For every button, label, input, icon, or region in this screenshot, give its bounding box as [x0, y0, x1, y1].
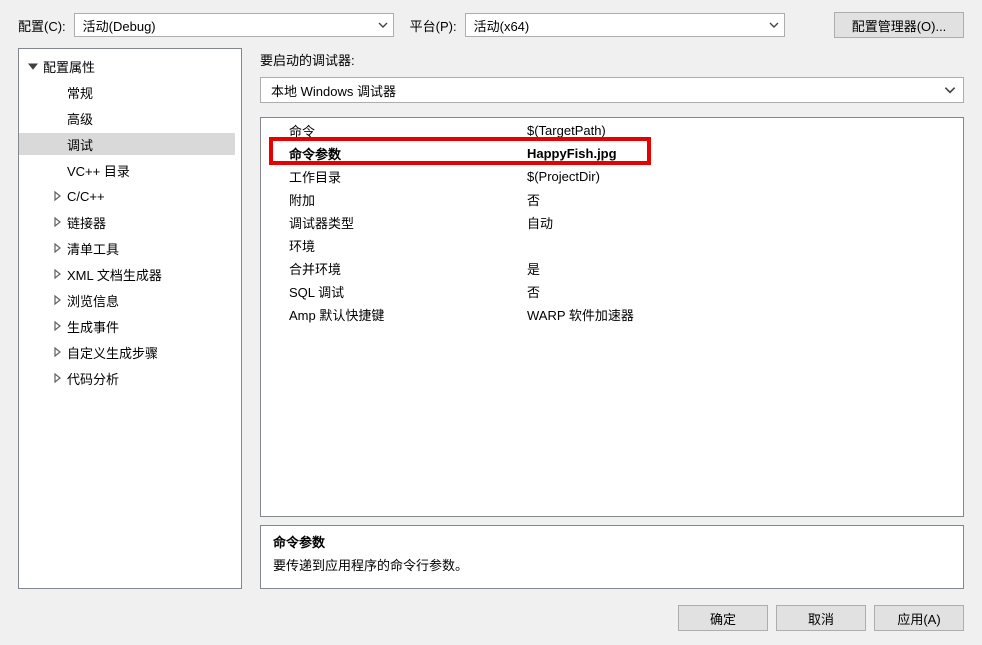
- prop-row-merge-env[interactable]: 合并环境 是: [261, 256, 963, 279]
- ok-button[interactable]: 确定: [678, 605, 768, 631]
- apply-button[interactable]: 应用(A): [874, 605, 964, 631]
- expand-closed-icon[interactable]: [49, 191, 65, 201]
- expand-open-icon[interactable]: [25, 61, 41, 71]
- expand-closed-icon[interactable]: [49, 321, 65, 331]
- dialog-button-bar: 确定 取消 应用(A): [0, 593, 982, 645]
- expand-closed-icon[interactable]: [49, 217, 65, 227]
- tree-item-manifest[interactable]: 清单工具: [19, 237, 235, 259]
- description-title: 命令参数: [273, 532, 951, 551]
- config-combobox[interactable]: 活动(Debug): [74, 13, 394, 37]
- tree-item-linker[interactable]: 链接器: [19, 211, 235, 233]
- prop-row-debugger-type[interactable]: 调试器类型 自动: [261, 210, 963, 233]
- expand-closed-icon[interactable]: [49, 373, 65, 383]
- tree-item-buildevents[interactable]: 生成事件: [19, 315, 235, 337]
- cancel-button[interactable]: 取消: [776, 605, 866, 631]
- prop-row-attach[interactable]: 附加 否: [261, 187, 963, 210]
- config-tree: 配置属性 常规 高级 调试 VC++ 目录 C/C++ 链接器 清单工具 XML…: [19, 53, 241, 391]
- chevron-down-icon: [943, 83, 957, 97]
- prop-row-command-args[interactable]: 命令参数 HappyFish.jpg: [261, 141, 963, 164]
- debugger-combobox[interactable]: 本地 Windows 调试器: [260, 77, 964, 103]
- property-grid[interactable]: 命令 $(TargetPath) 命令参数 HappyFish.jpg 工作目录…: [260, 117, 964, 517]
- tree-item-xmldoc[interactable]: XML 文档生成器: [19, 263, 235, 285]
- expand-closed-icon[interactable]: [49, 243, 65, 253]
- debugger-value: 本地 Windows 调试器: [271, 81, 396, 100]
- prop-row-environment[interactable]: 环境: [261, 233, 963, 256]
- platform-label: 平台(P):: [410, 16, 457, 35]
- config-manager-button[interactable]: 配置管理器(O)...: [834, 12, 964, 38]
- config-value: 活动(Debug): [83, 16, 156, 35]
- prop-row-command[interactable]: 命令 $(TargetPath): [261, 118, 963, 141]
- tree-root[interactable]: 配置属性: [19, 55, 235, 77]
- platform-combobox[interactable]: 活动(x64): [465, 13, 785, 37]
- right-column: 要启动的调试器: 本地 Windows 调试器 命令 $(TargetPath)…: [260, 48, 964, 589]
- tree-item-advanced[interactable]: 高级: [19, 107, 235, 129]
- platform-value: 活动(x64): [474, 16, 530, 35]
- top-toolbar: 配置(C): 活动(Debug) 平台(P): 活动(x64) 配置管理器(O)…: [0, 0, 982, 48]
- expand-closed-icon[interactable]: [49, 269, 65, 279]
- description-text: 要传递到应用程序的命令行参数。: [273, 555, 951, 574]
- property-pages-dialog: 配置(C): 活动(Debug) 平台(P): 活动(x64) 配置管理器(O)…: [0, 0, 982, 645]
- tree-item-codeanalysis[interactable]: 代码分析: [19, 367, 235, 389]
- tree-item-custombuild[interactable]: 自定义生成步骤: [19, 341, 235, 363]
- prop-row-working-dir[interactable]: 工作目录 $(ProjectDir): [261, 164, 963, 187]
- tree-panel[interactable]: 配置属性 常规 高级 调试 VC++ 目录 C/C++ 链接器 清单工具 XML…: [18, 48, 242, 589]
- expand-closed-icon[interactable]: [49, 347, 65, 357]
- expand-closed-icon[interactable]: [49, 295, 65, 305]
- tree-item-debug[interactable]: 调试: [19, 133, 235, 155]
- prop-row-amp-accel[interactable]: Amp 默认快捷键 WARP 软件加速器: [261, 302, 963, 325]
- main-area: 配置属性 常规 高级 调试 VC++ 目录 C/C++ 链接器 清单工具 XML…: [0, 48, 982, 593]
- config-label: 配置(C):: [18, 16, 66, 35]
- tree-item-general[interactable]: 常规: [19, 81, 235, 103]
- chevron-down-icon: [377, 19, 389, 31]
- tree-item-ccpp[interactable]: C/C++: [19, 185, 235, 207]
- tree-item-vcdirs[interactable]: VC++ 目录: [19, 159, 235, 181]
- chevron-down-icon: [768, 19, 780, 31]
- tree-item-browseinfo[interactable]: 浏览信息: [19, 289, 235, 311]
- launch-label: 要启动的调试器:: [260, 50, 964, 69]
- description-panel: 命令参数 要传递到应用程序的命令行参数。: [260, 525, 964, 589]
- prop-row-sql-debug[interactable]: SQL 调试 否: [261, 279, 963, 302]
